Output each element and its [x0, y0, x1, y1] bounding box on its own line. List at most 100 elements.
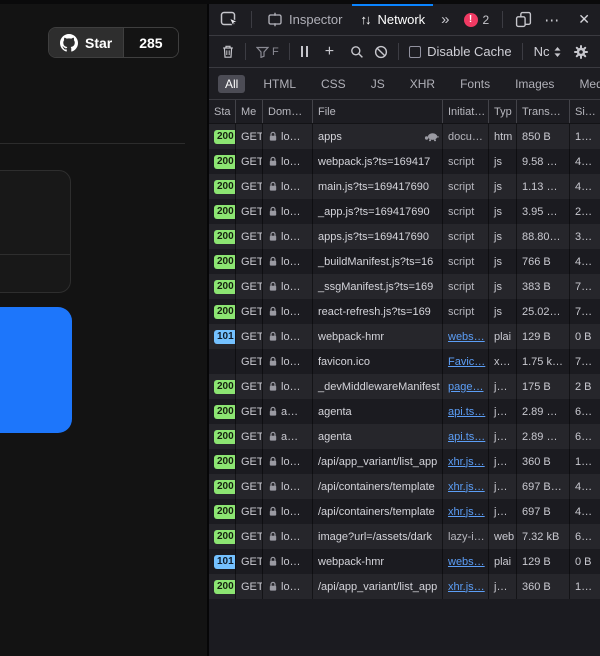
- status-cell: 200: [209, 199, 236, 224]
- clear-requests-button[interactable]: [216, 36, 240, 67]
- filter-media[interactable]: Media: [572, 75, 600, 93]
- network-toolbar: F + Disable Cache: [209, 36, 600, 68]
- method-cell: GET: [236, 549, 263, 574]
- filter-xhr[interactable]: XHR: [403, 75, 442, 93]
- file-cell: apps.js?ts=169417690: [313, 224, 443, 249]
- filter-html[interactable]: HTML: [256, 75, 303, 93]
- status-badge: 200: [214, 530, 236, 544]
- table-row[interactable]: 200GETlo…apps.js?ts=169417690scriptjs88.…: [209, 224, 600, 249]
- table-row[interactable]: 200GETa…agentaapi.ts…j…2.89 …6…: [209, 399, 600, 424]
- type-cell: js: [489, 199, 517, 224]
- tab-network[interactable]: ↑↓ Network: [352, 4, 433, 35]
- more-tabs-button[interactable]: »: [435, 11, 455, 28]
- file-cell: /api/containers/template: [313, 474, 443, 499]
- initiator-cell[interactable]: api.ts…: [443, 399, 489, 424]
- select-arrows-icon: [554, 47, 561, 57]
- tab-network-label: Network: [377, 12, 425, 27]
- type-cell: plai: [489, 324, 517, 349]
- initiator-cell[interactable]: page…: [443, 374, 489, 399]
- initiator-cell[interactable]: xhr.js…: [443, 449, 489, 474]
- status-cell: 200: [209, 399, 236, 424]
- file-cell: favicon.ico: [313, 349, 443, 374]
- column-header-transferred[interactable]: Trans…: [517, 100, 570, 123]
- filter-urls-input[interactable]: F: [251, 36, 284, 67]
- devtools-menu-button[interactable]: ⋯: [539, 4, 564, 35]
- filter-placeholder: F: [272, 46, 279, 58]
- table-row[interactable]: 200GETlo…main.js?ts=169417690scriptjs1.1…: [209, 174, 600, 199]
- initiator-cell[interactable]: webs…: [443, 324, 489, 349]
- filter-fonts[interactable]: Fonts: [453, 75, 497, 93]
- type-cell: j…: [489, 424, 517, 449]
- request-type-filterbar: AllHTMLCSSJSXHRFontsImagesMediaWSOt: [209, 68, 600, 100]
- initiator-cell[interactable]: xhr.js…: [443, 499, 489, 524]
- table-row[interactable]: GETlo…favicon.icoFavic…x…1.75 k…7…: [209, 349, 600, 374]
- pick-element-button[interactable]: [215, 4, 244, 35]
- filter-all[interactable]: All: [218, 75, 245, 93]
- primary-blue-panel[interactable]: [0, 307, 72, 433]
- close-devtools-button[interactable]: ✕: [566, 4, 600, 35]
- column-header-size[interactable]: Si…: [570, 100, 600, 123]
- status-badge: 200: [214, 405, 236, 419]
- column-header-type[interactable]: Typ: [489, 100, 517, 123]
- filter-css[interactable]: CSS: [314, 75, 353, 93]
- status-badge: 200: [214, 305, 236, 319]
- table-row[interactable]: 200GETlo…/api/containers/templatexhr.js……: [209, 474, 600, 499]
- table-row[interactable]: 101GETlo…webpack-hmrwebs…plai129 B0 B: [209, 549, 600, 574]
- column-header-initiator[interactable]: Initiat…: [443, 100, 489, 123]
- pause-recording-button[interactable]: [295, 46, 314, 57]
- column-header-method[interactable]: Me: [236, 100, 263, 123]
- disable-cache-control[interactable]: Disable Cache: [404, 44, 517, 59]
- status-cell: 200: [209, 449, 236, 474]
- table-row[interactable]: 200GETlo…/api/containers/templatexhr.js……: [209, 499, 600, 524]
- github-star-left[interactable]: Star: [49, 28, 123, 57]
- new-request-button[interactable]: +: [314, 36, 345, 67]
- initiator-cell[interactable]: api.ts…: [443, 424, 489, 449]
- responsive-mode-button[interactable]: [510, 4, 537, 35]
- network-settings-button[interactable]: [569, 44, 593, 60]
- disable-cache-checkbox[interactable]: [409, 46, 421, 58]
- file-cell: _buildManifest.js?ts=16: [313, 249, 443, 274]
- table-row[interactable]: 200GETlo…_buildManifest.js?ts=16scriptjs…: [209, 249, 600, 274]
- trash-icon: [221, 44, 235, 59]
- type-cell: x…: [489, 349, 517, 374]
- table-row[interactable]: 200GETlo…_app.js?ts=169417690scriptjs3.9…: [209, 199, 600, 224]
- github-star-button[interactable]: Star 285: [48, 27, 179, 58]
- column-header-status[interactable]: Sta: [209, 100, 236, 123]
- page-section-divider: [0, 143, 185, 144]
- domain-cell: lo…: [263, 199, 313, 224]
- table-row[interactable]: 101GETlo…webpack-hmrwebs…plai129 B0 B: [209, 324, 600, 349]
- filter-images[interactable]: Images: [508, 75, 561, 93]
- request-blocking-button[interactable]: [369, 36, 393, 67]
- table-row[interactable]: 200GETa…agentaapi.ts…j…2.89 …6…: [209, 424, 600, 449]
- domain-cell: lo…: [263, 349, 313, 374]
- table-row[interactable]: 200GETlo…appsdocu…htm850 B1…: [209, 124, 600, 149]
- block-icon: [374, 45, 388, 59]
- column-header-domain[interactable]: Dom…: [263, 100, 313, 123]
- initiator-cell[interactable]: Favic…: [443, 349, 489, 374]
- lock-icon: [268, 131, 278, 142]
- initiator-cell[interactable]: xhr.js…: [443, 474, 489, 499]
- github-star-count[interactable]: 285: [123, 28, 177, 57]
- table-row[interactable]: 200GETlo…_ssgManifest.js?ts=169scriptjs3…: [209, 274, 600, 299]
- status-cell: 200: [209, 374, 236, 399]
- initiator-cell[interactable]: xhr.js…: [443, 574, 489, 599]
- table-row[interactable]: 200GETlo…react-refresh.js?ts=169scriptjs…: [209, 299, 600, 324]
- table-row[interactable]: 200GETlo…/api/app_variant/list_appxhr.js…: [209, 449, 600, 474]
- method-cell: GET: [236, 224, 263, 249]
- initiator-cell[interactable]: webs…: [443, 549, 489, 574]
- filter-js[interactable]: JS: [364, 75, 392, 93]
- error-count-button[interactable]: ! 2: [458, 13, 496, 27]
- tab-inspector[interactable]: Inspector: [259, 4, 350, 35]
- table-row[interactable]: 200GETlo…/api/app_variant/list_appxhr.js…: [209, 574, 600, 599]
- search-button[interactable]: [345, 36, 369, 67]
- table-row[interactable]: 200GETlo…_devMiddlewareManifestpage…j…17…: [209, 374, 600, 399]
- table-row[interactable]: 200GETlo…image?url=/assets/darklazy-i…we…: [209, 524, 600, 549]
- domain-cell: lo…: [263, 374, 313, 399]
- status-cell: 200: [209, 299, 236, 324]
- transferred-cell: 1.13 …: [517, 174, 570, 199]
- throttling-select[interactable]: Nc: [528, 44, 567, 59]
- table-row[interactable]: 200GETlo…webpack.js?ts=169417scriptjs9.5…: [209, 149, 600, 174]
- column-header-file[interactable]: File: [313, 100, 443, 123]
- request-table-header: Sta Me Dom… File Initiat… Typ Trans… Si…: [209, 100, 600, 124]
- file-cell: apps: [313, 124, 443, 149]
